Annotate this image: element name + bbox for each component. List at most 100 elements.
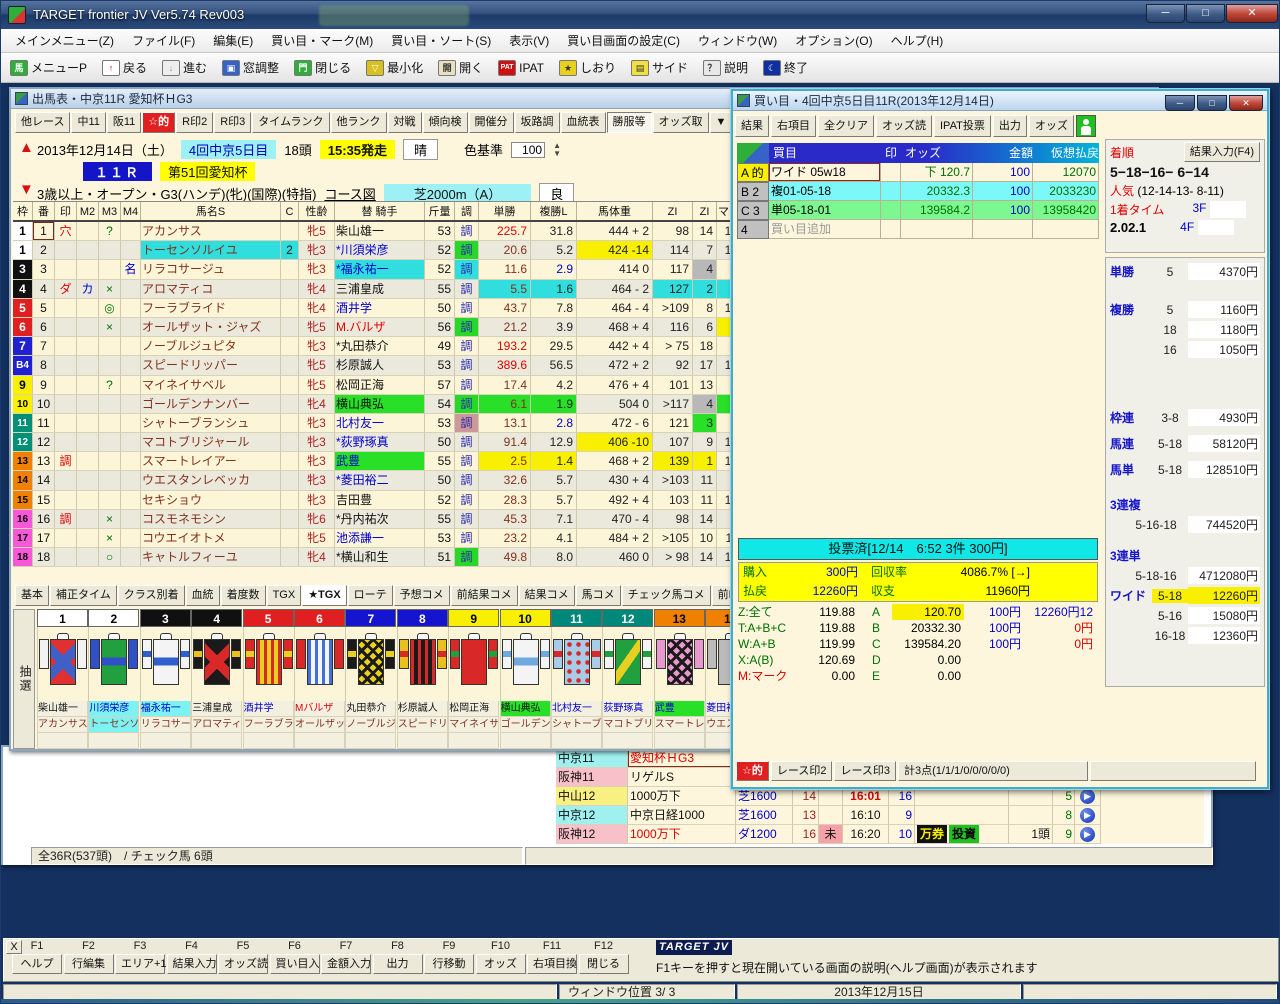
fkey-button-F4[interactable]: 結果入力 bbox=[166, 954, 217, 974]
menu-item[interactable]: オプション(O) bbox=[787, 30, 880, 51]
kaime-mode-計3点(1/1/1/0/0/0/0/0)[interactable]: 計3点(1/1/1/0/0/0/0/0) bbox=[898, 761, 1089, 781]
view-tab-予想コメ[interactable]: 予想コメ bbox=[393, 585, 450, 606]
horse-row[interactable]: 12 12 マコトブリジャール 牝3 *荻野琢真 50 調 91.4 12.9 406 -10 10… bbox=[13, 433, 743, 453]
horse-row[interactable]: B4 8 スピードリッパー 牝5 杉原誠人 53 調 389.6 56.5 472 + 2 92 17… bbox=[13, 356, 743, 376]
menu-item[interactable]: メインメニュー(Z) bbox=[7, 30, 122, 51]
result-entry-button[interactable]: 結果入力(F4) bbox=[1183, 142, 1260, 162]
menu-item[interactable]: 買い目・ソート(S) bbox=[383, 30, 499, 51]
view-tab-結果コメ[interactable]: 結果コメ bbox=[518, 585, 575, 606]
race-tab-開催分[interactable]: 開催分 bbox=[468, 112, 514, 133]
view-tab-馬コメ[interactable]: 馬コメ bbox=[575, 585, 621, 606]
horse-row[interactable]: 11 11 シャトーブランシュ 牝3 北村友一 53 調 13.1 2.8 472 - 6 121 3… bbox=[13, 413, 743, 434]
toolbar-button-説明[interactable]: ？説明 bbox=[698, 56, 755, 79]
kaime-tool-オッズ[interactable]: オッズ bbox=[1028, 115, 1074, 137]
toolbar-button-窓調整[interactable]: ▣ 窓調整 bbox=[217, 56, 286, 79]
bet-row-label[interactable]: 4 bbox=[737, 220, 769, 239]
kaime-tool-出力[interactable]: 出力 bbox=[992, 115, 1027, 137]
play-icon[interactable]: ▶ bbox=[1080, 789, 1095, 804]
silk-column[interactable]: 12 荻野琢真マコトブリジャ bbox=[602, 609, 654, 749]
horse-row[interactable]: 18 18 ○ キャトルフィーユ 牝4 *横山和生 51 調 49.8 8.0 460 0 > 98 1… bbox=[13, 548, 743, 568]
kaime-titlebar[interactable]: 買い目・4回中京5日目11R(2013年12月14日) ─ □ ✕ bbox=[733, 91, 1267, 111]
view-tab-ローテ[interactable]: ローテ bbox=[347, 585, 393, 606]
prev-race-button[interactable]: ▲ bbox=[19, 139, 34, 156]
silk-column[interactable]: 9 松岡正海マイネイサベ bbox=[448, 609, 500, 749]
horse-row[interactable]: 1515セキショウ牝3吉田豊52調28.35.7492 + 41031110 bbox=[13, 490, 743, 510]
race-tab-対戦[interactable]: 対戦 bbox=[387, 112, 422, 133]
menu-item[interactable]: 買い目画面の設定(C) bbox=[559, 30, 688, 51]
kaime-tool-結果[interactable]: 結果 bbox=[735, 115, 769, 137]
silk-column[interactable]: 3 福永祐一リラコサージ bbox=[139, 609, 191, 749]
kaime-tool-オッズ読[interactable]: オッズ読 bbox=[876, 115, 932, 137]
kaime-tool-IPAT投票[interactable]: IPAT投票 bbox=[934, 115, 991, 137]
silk-column[interactable]: 8 杉原誠人スピードリッ bbox=[396, 609, 448, 749]
bet-row-label[interactable]: B 2 bbox=[737, 182, 769, 201]
view-tab-補正タイム[interactable]: 補正タイム bbox=[50, 585, 117, 606]
color-base-input[interactable]: 100 bbox=[511, 141, 546, 158]
next-race-button[interactable]: ▼ bbox=[19, 181, 34, 198]
view-tab-着度数[interactable]: 着度数 bbox=[220, 585, 266, 606]
menu-item[interactable]: ヘルプ(H) bbox=[883, 30, 952, 51]
silk-column[interactable]: 11 北村友一シャトーブラ bbox=[551, 609, 602, 749]
silk-column[interactable]: 2 川須栄彦トーセンソレ bbox=[88, 609, 140, 749]
kaime-minimize-button[interactable]: ─ bbox=[1165, 94, 1195, 111]
kaime-close-button[interactable]: ✕ bbox=[1229, 94, 1263, 111]
horse-row[interactable]: 1313調スマートレイアー牝3武豊55調2.51.4468 + 2139112 bbox=[13, 452, 743, 472]
play-icon[interactable]: ▶ bbox=[1080, 808, 1095, 823]
horse-row[interactable]: 33名リラコサージュ牝3*福永祐一52調11.62.9414 011749 bbox=[13, 260, 743, 280]
race-tab-勝服等[interactable]: 勝服等 bbox=[606, 112, 652, 133]
race-tab-阪11[interactable]: 阪11 bbox=[106, 112, 142, 133]
view-tab-TGX[interactable]: TGX bbox=[266, 585, 302, 606]
kaime-tool-右項目[interactable]: 右項目 bbox=[771, 115, 816, 137]
view-tab-血統[interactable]: 血統 bbox=[185, 585, 220, 606]
play-icon[interactable]: ▶ bbox=[1080, 827, 1095, 842]
menu-item[interactable]: 編集(E) bbox=[205, 30, 261, 51]
view-tab-チェック馬コメ[interactable]: チェック馬コメ bbox=[621, 585, 711, 606]
view-tab-基本[interactable]: 基本 bbox=[15, 585, 49, 606]
kaime-tool-全クリア[interactable]: 全クリア bbox=[818, 115, 874, 137]
racelist-row[interactable]: 中山12 1000万下 芝1600 14 16:01 16 5 ▶ bbox=[556, 787, 1204, 806]
race-tab-他レース[interactable]: 他レース bbox=[15, 112, 71, 133]
race-tab-▼[interactable]: ▼ bbox=[709, 112, 733, 133]
toolbar-button-開く[interactable]: 開開く bbox=[433, 56, 490, 79]
color-base-spinner[interactable]: ▲ ▼ bbox=[553, 141, 561, 158]
fkey-button-F3[interactable]: エリア+1 bbox=[115, 954, 167, 974]
race-tab-タイムランク[interactable]: タイムランク bbox=[252, 112, 330, 133]
kaime-mode-レース印3[interactable]: レース印3 bbox=[834, 761, 897, 781]
bet-row[interactable]: C 3 単05-18-01 139584.2 100 13958420 bbox=[737, 201, 1099, 220]
bet-row-label[interactable]: A 的 bbox=[737, 163, 769, 182]
race-tab-他ランク[interactable]: 他ランク bbox=[330, 112, 387, 133]
silk-column[interactable]: 13 武豊 スマートレ bbox=[653, 609, 705, 749]
bet-row[interactable]: 4 買い目追加 bbox=[737, 220, 1099, 239]
horse-row[interactable]: 14 14 ウエスタンレベッカ 牝3 *菱田裕二 50 調 32.6 5.7 430 + 4 >10… bbox=[13, 471, 743, 491]
silk-column[interactable]: 7 丸田恭介ノーブルジュ bbox=[345, 609, 397, 749]
horse-row[interactable]: 1010ゴールデンナンバー牝4横山典弘54調6.11.9504 0>11743 bbox=[13, 394, 743, 414]
horse-row[interactable]: 11穴?アカンサス牝5柴山雄一53調225.731.8444 + 2981416 bbox=[13, 222, 743, 242]
menu-item[interactable]: ウィンドウ(W) bbox=[690, 30, 785, 51]
race-tab-☆的[interactable]: ☆的 bbox=[142, 112, 176, 133]
menu-item[interactable]: ファイル(F) bbox=[124, 30, 203, 51]
app-close-button[interactable]: ✕ bbox=[1226, 4, 1278, 23]
horse-row[interactable]: 55◎フーラブライド牝4酒井学50調43.77.8464 - 4>109817 bbox=[13, 298, 743, 318]
silk-column[interactable]: 10 横山典弘ゴールデンナ bbox=[499, 609, 551, 749]
fkey-button-F1[interactable]: ヘルプ bbox=[12, 954, 62, 974]
horse-row[interactable]: 7 7 ノーブルジュピタ 牝3 *丸田恭介 49 調 193.2 29.5 442 + 4 > 75… bbox=[13, 337, 743, 357]
silk-column[interactable]: 4 三浦皇成アロマティコ bbox=[191, 609, 243, 749]
view-tab-クラス別着[interactable]: クラス別着 bbox=[117, 585, 185, 606]
fkey-button-F11[interactable]: 右項目換 bbox=[527, 954, 577, 974]
ipat-person-icon[interactable] bbox=[1075, 115, 1096, 137]
silk-column[interactable]: 6 Mバルザオールザット bbox=[294, 609, 345, 749]
toolbar-button-しおり[interactable]: ★ しおり bbox=[554, 56, 623, 79]
toolbar-button-終了[interactable]: ☾ 終了 bbox=[758, 56, 815, 79]
silks-vertical-tab[interactable]: 抽選 bbox=[13, 609, 35, 749]
horse-row[interactable]: 44ダカ×アロマティコ牝4三浦皇成55調5.51.6464 - 212722 bbox=[13, 279, 743, 299]
racelist-row[interactable]: 阪神12 1000万下 ダ1200 16 未 16:20 10 万券 投資 1頭 9 ▶ bbox=[556, 825, 1204, 844]
toolbar-button-閉じる[interactable]: 門閉じる bbox=[289, 56, 358, 79]
course-map-link[interactable]: コース図 bbox=[324, 184, 375, 203]
race-tab-R印3[interactable]: R印3 bbox=[214, 112, 252, 133]
view-tab-★TGX[interactable]: ★TGX bbox=[302, 585, 347, 606]
toolbar-button-最小化[interactable]: ▽ 最小化 bbox=[361, 56, 430, 79]
fkey-button-F6[interactable]: 買い目入 bbox=[269, 954, 320, 974]
kaime-mode-☆的[interactable]: ☆的 bbox=[736, 761, 769, 781]
toolbar-button-進む[interactable]: ↓ 進む bbox=[157, 56, 214, 79]
menu-item[interactable]: 買い目・マーク(M) bbox=[263, 30, 381, 51]
